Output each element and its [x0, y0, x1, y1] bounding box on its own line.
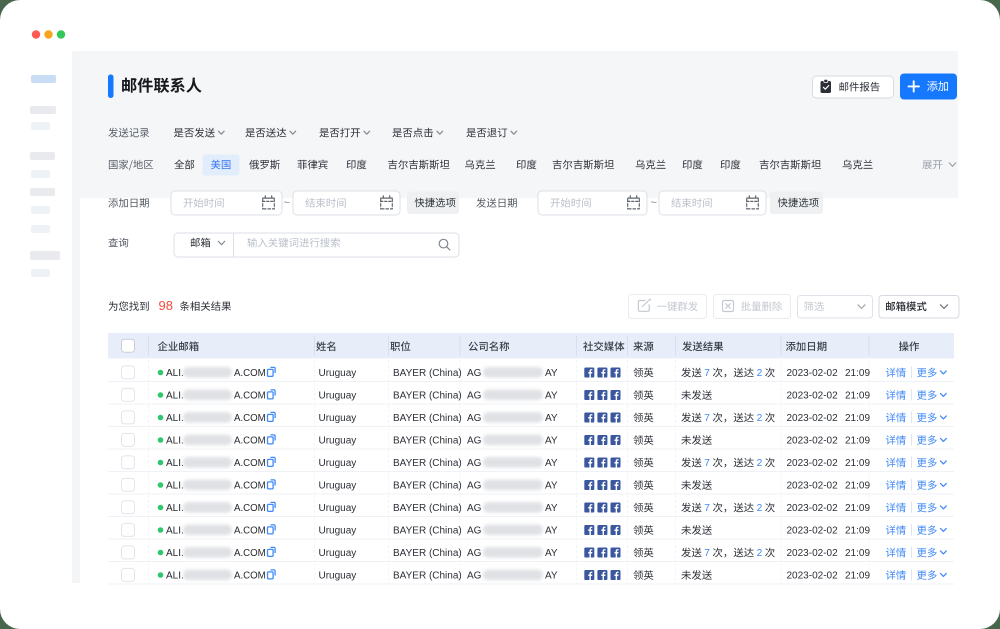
- svg-text:~: ~: [284, 197, 290, 209]
- svg-text:~: ~: [651, 197, 657, 209]
- svg-text:98: 98: [159, 298, 173, 313]
